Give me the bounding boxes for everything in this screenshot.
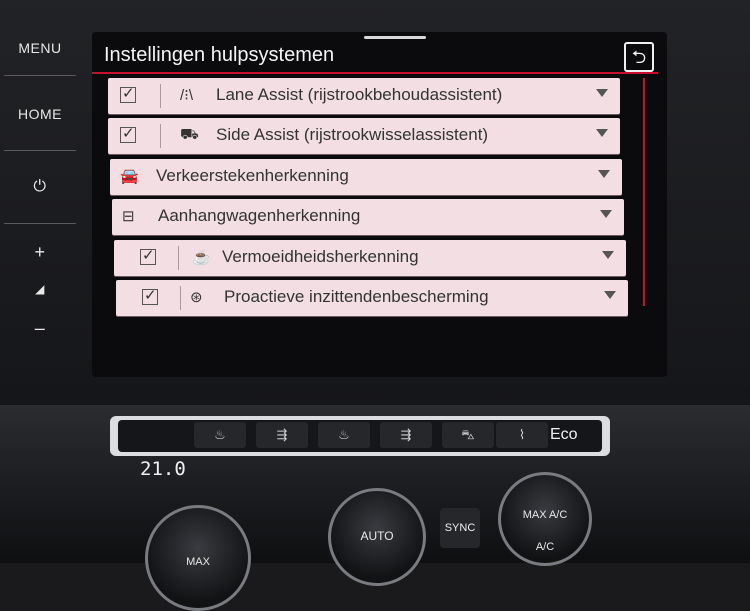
list-item-label: Vermoeidheidsherkenning: [222, 247, 419, 266]
divider: [180, 286, 181, 310]
side-assist-checkbox[interactable]: [120, 124, 136, 143]
auto-label: AUTO: [360, 529, 394, 543]
trailer-icon: ⊟: [122, 208, 135, 225]
header: Instellingen hulpsystemen ⮌: [92, 36, 658, 74]
divider: [4, 223, 76, 224]
seat-vent-right-icon[interactable]: ⇶: [380, 422, 432, 448]
list-item-lane-assist[interactable]: /⁝\ Lane Assist (rijstrookbehoudassisten…: [108, 78, 620, 114]
traffic-sign-icon: 🚘: [120, 168, 139, 185]
list-item-fatigue[interactable]: ☕ Vermoeidheidsherkenning: [114, 240, 626, 276]
home-button[interactable]: HOME: [0, 106, 80, 122]
hardware-button-panel: MENU HOME ⏻ + ◢ –: [0, 30, 88, 390]
list-item-occupant-protection[interactable]: ⊛ Proactieve inzittendenbescherming: [116, 280, 628, 316]
eco-label: Eco: [550, 426, 578, 443]
lane-assist-icon: /⁝\: [180, 87, 194, 104]
temperature-display: 21.0: [140, 458, 186, 480]
scrollbar[interactable]: [643, 78, 645, 306]
list-item-label: Aanhangwagenherkenning: [158, 206, 361, 225]
seat-heat-right-icon[interactable]: ♨: [318, 422, 370, 448]
side-assist-icon: ⛟: [180, 126, 199, 143]
title-divider: [92, 72, 658, 74]
occupant-protection-icon: ⊛: [190, 289, 203, 306]
chevron-down-icon[interactable]: [600, 210, 612, 218]
menu-button[interactable]: MENU: [0, 40, 80, 56]
divider: [178, 246, 179, 270]
list-item-label: Side Assist (rijstrookwisselassistent): [216, 125, 489, 144]
recirculation-icon[interactable]: ⛍: [442, 422, 494, 448]
fatigue-checkbox[interactable]: [140, 246, 156, 265]
chevron-down-icon[interactable]: [596, 129, 608, 137]
list-item-label: Proactieve inzittendenbescherming: [224, 287, 489, 306]
max-label: MAX: [186, 556, 210, 568]
list-item-label: Lane Assist (rijstrookbehoudassistent): [216, 85, 503, 104]
volume-level-icon: ◢: [35, 282, 45, 296]
coffee-cup-icon: ☕: [192, 249, 211, 266]
divider: [4, 150, 76, 151]
temperature-knob-left[interactable]: MAX: [145, 505, 251, 611]
chevron-down-icon[interactable]: [598, 170, 610, 178]
divider: [160, 124, 161, 148]
max-ac-label: MAX A/C: [522, 509, 568, 521]
chevron-down-icon[interactable]: [602, 251, 614, 259]
sync-button[interactable]: SYNC: [440, 508, 480, 548]
ac-label: A/C: [535, 541, 555, 553]
volume-up-button[interactable]: +: [0, 242, 80, 263]
list-item-side-assist[interactable]: ⛟ Side Assist (rijstrookwisselassistent): [108, 118, 620, 154]
chevron-down-icon[interactable]: [596, 89, 608, 97]
divider: [4, 75, 76, 76]
seat-vent-left-icon[interactable]: ⇶: [256, 422, 308, 448]
list-item-trailer[interactable]: ⊟ Aanhangwagenherkenning: [112, 199, 624, 235]
fan-knob[interactable]: AUTO: [328, 488, 426, 586]
climate-button-strip: ♨ ⇶ ♨ ⇶ ⛍ ⌇: [110, 416, 610, 456]
lane-assist-checkbox[interactable]: [120, 84, 136, 103]
chevron-down-icon[interactable]: [604, 291, 616, 299]
volume-down-button[interactable]: –: [0, 318, 80, 339]
divider: [160, 84, 161, 108]
list-item-traffic-sign[interactable]: 🚘 Verkeerstekenherkenning: [110, 159, 622, 195]
list-item-label: Verkeerstekenherkenning: [156, 166, 349, 185]
back-arrow-icon[interactable]: ⮌: [624, 42, 654, 72]
power-icon[interactable]: ⏻: [0, 178, 80, 196]
occupant-protection-checkbox[interactable]: [142, 286, 158, 305]
seat-icon[interactable]: ⌇: [496, 422, 548, 448]
seat-heat-left-icon[interactable]: ♨: [194, 422, 246, 448]
page-title: Instellingen hulpsystemen: [104, 44, 335, 66]
temperature-knob-right[interactable]: MAX A/C A/C: [498, 472, 592, 566]
